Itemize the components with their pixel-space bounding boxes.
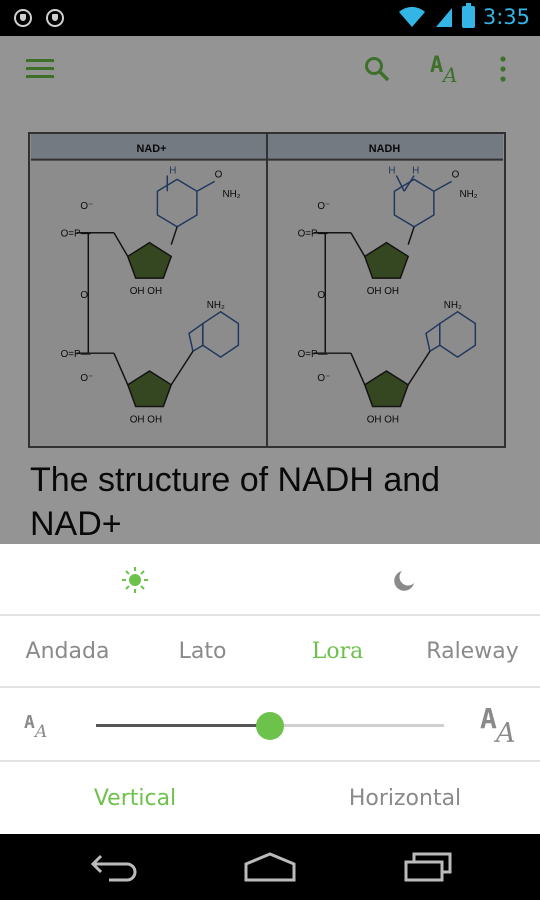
battery-icon xyxy=(461,3,475,28)
orientation-row: Vertical Horizontal xyxy=(0,762,540,834)
app-content: A A NAD+ NADH H O NH₂ O⁻ O=P— O O=P— O⁻ … xyxy=(0,36,540,544)
home-icon xyxy=(244,852,296,882)
vertical-option[interactable]: Vertical xyxy=(0,762,270,834)
day-theme-button[interactable] xyxy=(0,544,270,616)
dim-overlay[interactable] xyxy=(0,36,540,544)
moon-icon xyxy=(394,571,414,591)
clock: 3:35 xyxy=(482,5,530,29)
recents-icon xyxy=(404,852,452,882)
svg-text:A: A xyxy=(493,718,516,746)
font-option-raleway[interactable]: Raleway xyxy=(405,616,540,686)
font-size-slider[interactable] xyxy=(96,712,444,740)
font-option-lato[interactable]: Lato xyxy=(135,616,270,686)
font-size-row: A A A A xyxy=(0,688,540,762)
svg-text:A: A xyxy=(480,702,497,735)
sun-icon xyxy=(122,567,148,593)
font-option-andada[interactable]: Andada xyxy=(0,616,135,686)
horizontal-option[interactable]: Horizontal xyxy=(270,762,540,834)
back-icon xyxy=(90,854,137,882)
night-theme-button[interactable] xyxy=(270,544,540,616)
recents-button[interactable] xyxy=(398,848,458,886)
svg-text:A: A xyxy=(24,712,35,733)
home-button[interactable] xyxy=(240,848,300,886)
back-button[interactable] xyxy=(84,848,144,886)
theme-row xyxy=(0,544,540,616)
notification-icon xyxy=(46,9,64,27)
decrease-font-size-icon[interactable]: A A xyxy=(24,710,52,740)
increase-font-size-icon[interactable]: A A xyxy=(480,702,522,746)
svg-text:A: A xyxy=(33,722,47,740)
wifi-icon xyxy=(398,6,425,27)
status-bar: 3:35 xyxy=(0,0,540,36)
signal-icon xyxy=(435,8,452,27)
font-family-row: Andada Lato Lora Raleway xyxy=(0,616,540,688)
notification-icon xyxy=(14,9,32,27)
navigation-bar xyxy=(0,834,540,900)
font-option-lora[interactable]: Lora xyxy=(270,616,405,686)
reading-settings-sheet: Andada Lato Lora Raleway A A A A Vertica… xyxy=(0,544,540,834)
slider-fill xyxy=(96,724,270,727)
slider-thumb[interactable] xyxy=(256,712,284,740)
